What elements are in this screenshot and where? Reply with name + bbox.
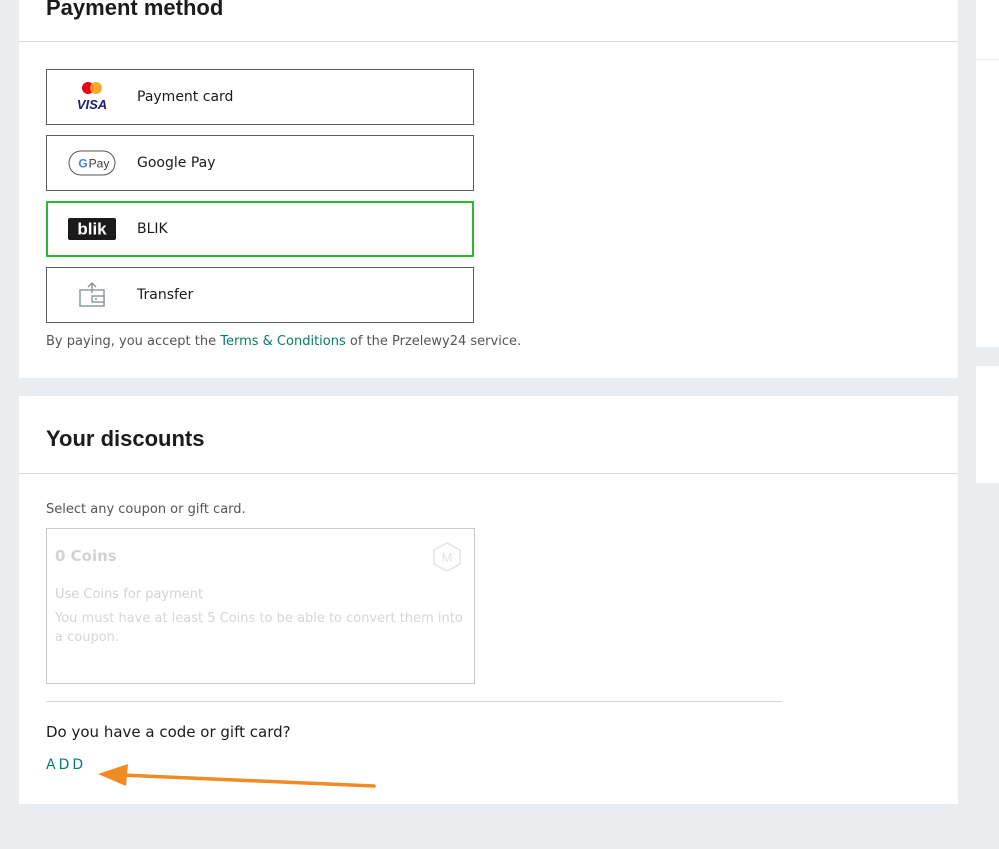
coins-balance: 0 Coins [55,547,117,565]
discounts-title: Your discounts [46,426,205,451]
terms-conditions-link[interactable]: Terms & Conditions [220,334,346,349]
bank-transfer-icon [47,281,137,309]
coin-icon-letter: M [442,550,453,565]
payment-method-panel: Payment method VISA Payment card G Pay G… [19,0,958,378]
side-card-top [976,0,999,59]
terms-suffix: of the Przelewy24 service. [345,334,522,349]
blik-icon: blik [47,218,137,240]
google-pay-icon: G Pay [47,150,137,176]
side-card-bottom [976,366,999,483]
add-code-button[interactable]: ADD [46,757,86,773]
coins-card: 0 Coins M Use Coins for payment You must… [46,528,475,684]
discounts-hint: Select any coupon or gift card. [46,502,246,517]
payment-option-label: BLIK [137,221,168,237]
terms-prefix: By paying, you accept the [46,334,221,349]
gpay-g-text: G [78,157,87,171]
gpay-pay-text: Pay [89,157,110,171]
coins-subtitle: Use Coins for payment [55,587,204,602]
discounts-panel: Your discounts Select any coupon or gift… [19,396,958,804]
payment-option-transfer[interactable]: Transfer [46,267,474,323]
blik-logo-text: blik [77,220,107,239]
payment-option-google-pay[interactable]: G Pay Google Pay [46,135,474,191]
payment-divider [19,41,958,42]
code-question: Do you have a code or gift card? [46,723,291,741]
mastercard-visa-icon: VISA [47,79,137,115]
visa-logo-text: VISA [77,97,107,112]
coin-icon: M [432,541,462,577]
side-card-middle [976,60,999,347]
payment-option-blik[interactable]: blik BLIK [46,201,474,257]
payment-option-label: Transfer [137,287,194,303]
discounts-divider [19,473,958,474]
payment-option-label: Payment card [137,89,234,105]
payment-option-label: Google Pay [137,155,216,171]
terms-notice: By paying, you accept the Terms & Condit… [46,334,521,349]
payment-method-title: Payment method [46,0,224,20]
code-divider [46,701,782,702]
payment-option-card[interactable]: VISA Payment card [46,69,474,125]
coins-description: You must have at least 5 Coins to be abl… [55,611,463,645]
